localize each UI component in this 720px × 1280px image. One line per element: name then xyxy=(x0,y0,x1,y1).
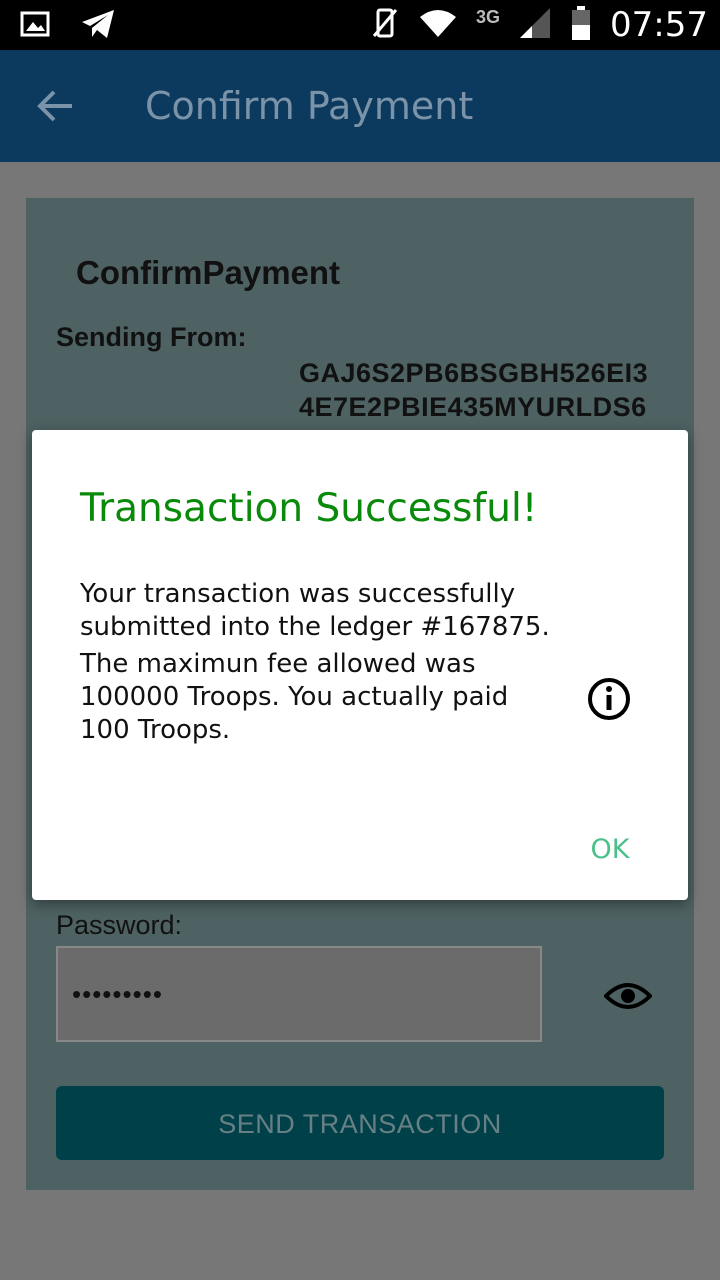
success-dialog: Transaction Successful! Your transaction… xyxy=(32,430,688,900)
ok-button[interactable]: OK xyxy=(580,830,640,870)
image-icon xyxy=(20,9,52,44)
address-line-1: GAJ6S2PB6BSGBH526EI3 xyxy=(299,358,649,388)
address-line-2: 4E7E2PBIE435MYURLDS6 xyxy=(299,392,647,422)
card-title: ConfirmPayment xyxy=(76,254,341,291)
sending-from-label: Sending From: xyxy=(56,322,247,352)
telegram-icon xyxy=(80,8,116,45)
page-title: Confirm Payment xyxy=(145,84,474,128)
info-icon[interactable] xyxy=(586,676,632,722)
dialog-title: Transaction Successful! xyxy=(80,486,538,531)
dialog-message: Your transaction was successfully submit… xyxy=(80,578,550,747)
app-bar: Confirm Payment xyxy=(0,50,720,162)
status-time: 07:57 xyxy=(610,5,708,45)
password-input[interactable]: ••••••••• xyxy=(56,946,542,1042)
battery-icon xyxy=(570,5,592,46)
dialog-message-ledger: Your transaction was successfully submit… xyxy=(80,579,550,642)
vibrate-off-icon xyxy=(370,6,400,45)
status-bar: 3G 07:57 xyxy=(0,0,720,50)
arrow-left-icon[interactable] xyxy=(36,86,76,126)
password-label: Password: xyxy=(56,910,183,940)
signal-icon xyxy=(518,6,552,45)
wifi-icon xyxy=(418,7,458,44)
eye-icon[interactable] xyxy=(603,974,653,1018)
network-type-label: 3G xyxy=(476,6,501,27)
send-transaction-button[interactable]: SEND TRANSACTION xyxy=(56,1086,664,1160)
source-address: GAJ6S2PB6BSGBH526EI3 4E7E2PBIE435MYURLDS… xyxy=(299,356,669,424)
dialog-message-fee: The maximun fee allowed was 100000 Troop… xyxy=(80,649,509,745)
